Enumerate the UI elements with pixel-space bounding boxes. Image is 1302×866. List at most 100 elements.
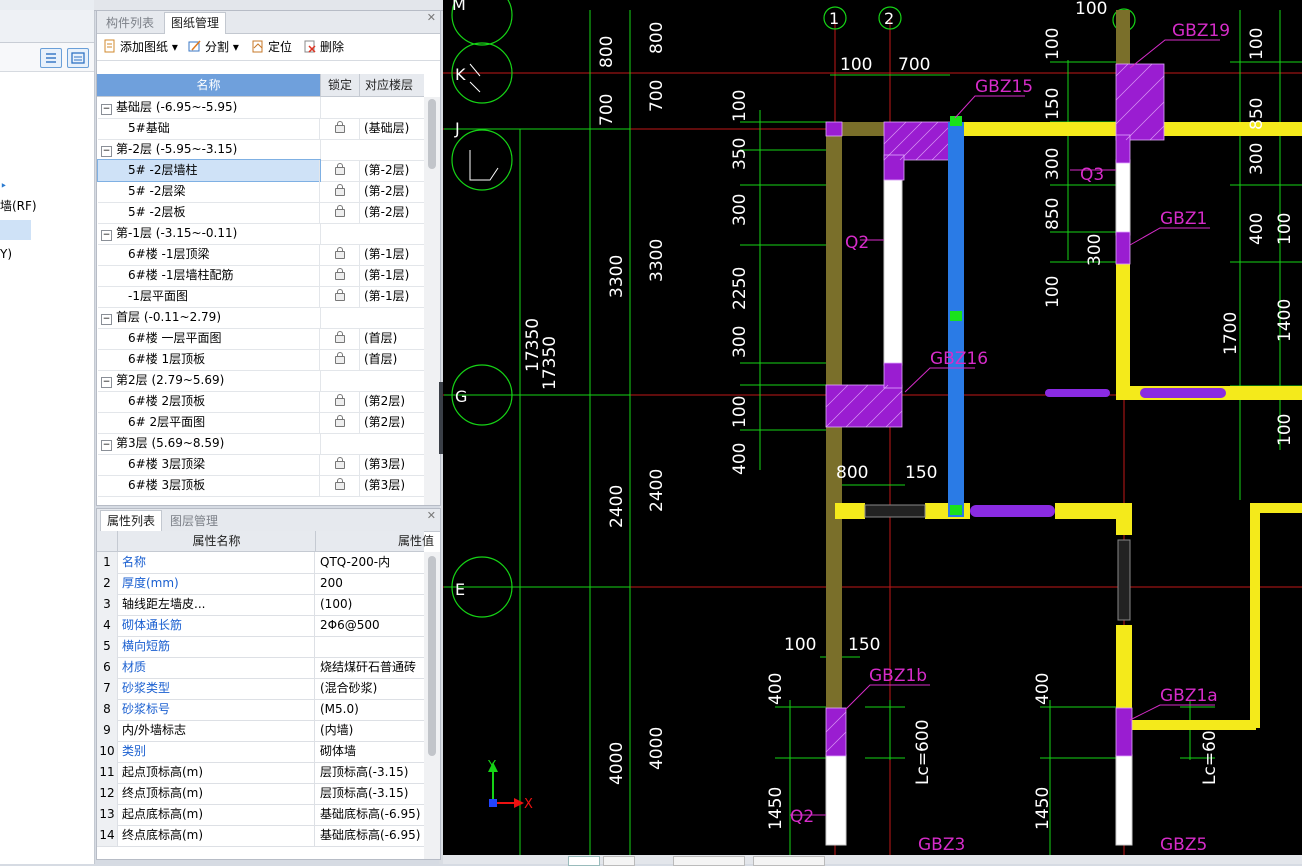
property-row[interactable]: 11 起点顶标高(m) 层顶标高(-3.15) (97, 762, 424, 784)
lock-icon[interactable] (335, 352, 345, 364)
split-button[interactable]: 分割 ▾ (188, 38, 239, 56)
tab-layer-management[interactable]: 图层管理 (164, 511, 224, 531)
property-row[interactable]: 6 材质 烧结煤矸石普通砖 (97, 657, 424, 679)
drawing-row[interactable]: 6#楼 3层顶梁 (第3层) (98, 454, 424, 476)
property-row[interactable]: 7 砂浆类型 (混合砂浆) (97, 678, 424, 700)
tree-item-y[interactable]: Y) (0, 246, 12, 262)
tab-component-list[interactable]: 构件列表 (100, 13, 160, 33)
drawing-name-cell[interactable]: 5#基础 (98, 118, 320, 139)
lock-cell[interactable] (321, 118, 360, 139)
drawing-name-cell[interactable]: 5# -2层板 (98, 202, 320, 223)
floor-cell[interactable]: (第3层) (360, 454, 422, 475)
lock-icon[interactable] (335, 331, 345, 343)
drawing-row[interactable]: 6#楼 2层顶板 (第2层) (98, 391, 424, 413)
tree-item-selected[interactable] (0, 220, 31, 240)
floor-group-row[interactable]: − 第3层 (5.69~8.59) (98, 433, 424, 455)
drawing-name-cell[interactable]: 6#楼 一层平面图 (98, 328, 320, 349)
lock-icon[interactable] (335, 478, 345, 490)
properties-scroll-thumb[interactable] (428, 556, 436, 756)
collapse-icon[interactable]: − (101, 104, 112, 115)
collapse-icon[interactable]: − (101, 230, 112, 241)
floor-cell[interactable]: (第2层) (360, 412, 422, 433)
property-row[interactable]: 2 厚度(mm) 200 (97, 573, 424, 595)
lock-icon[interactable] (335, 289, 345, 301)
add-drawing-button[interactable]: 添加图纸 ▾ (103, 38, 178, 56)
properties-scrollbar[interactable] (424, 552, 440, 859)
drawing-row[interactable]: 6#楼 一层平面图 (首层) (98, 328, 424, 350)
drawing-row[interactable]: 6#楼 3层顶板 (第3层) (98, 475, 424, 497)
collapse-icon[interactable]: − (101, 440, 112, 451)
column-lock[interactable]: 锁定 (321, 74, 360, 96)
property-row[interactable]: 3 轴线距左墙皮... (100) (97, 594, 424, 616)
lock-icon[interactable] (335, 394, 345, 406)
lock-cell[interactable] (321, 349, 360, 370)
list-view-button[interactable] (40, 48, 62, 68)
lock-icon[interactable] (335, 184, 345, 196)
floor-cell[interactable]: (基础层) (360, 118, 422, 139)
property-row[interactable]: 4 砌体通长筋 2Φ6@500 (97, 615, 424, 637)
floor-group-row[interactable]: − 第2层 (2.79~5.69) (98, 370, 424, 392)
lock-icon[interactable] (335, 415, 345, 427)
property-row[interactable]: 12 终点顶标高(m) 层顶标高(-3.15) (97, 783, 424, 805)
floor-cell[interactable]: (第2层) (360, 391, 422, 412)
lock-cell[interactable] (321, 328, 360, 349)
column-floor[interactable]: 对应楼层 (360, 74, 418, 96)
drawing-name-cell[interactable]: − 第-2层 (-5.95~-3.15) (98, 139, 321, 160)
floor-group-row[interactable]: − 首层 (-0.11~2.79) (98, 307, 424, 329)
drawing-row[interactable]: 6#楼 -1层顶梁 (第-1层) (98, 244, 424, 266)
collapse-icon[interactable]: − (101, 314, 112, 325)
floor-cell[interactable]: (第-2层) (360, 202, 422, 223)
property-row[interactable]: 9 内/外墙标志 (内墙) (97, 720, 424, 742)
property-row[interactable]: 8 砂浆标号 (M5.0) (97, 699, 424, 721)
collapse-icon[interactable]: − (101, 377, 112, 388)
drawings-scrollbar[interactable] (424, 97, 440, 505)
floor-cell[interactable]: (第-2层) (360, 160, 422, 181)
drawing-name-cell[interactable]: − 第3层 (5.69~8.59) (98, 433, 321, 454)
drawing-row[interactable]: -1层平面图 (第-1层) (98, 286, 424, 308)
drawing-name-cell[interactable]: − 第-1层 (-3.15~-0.11) (98, 223, 321, 244)
drawing-name-cell[interactable]: − 首层 (-0.11~2.79) (98, 307, 321, 328)
floor-cell[interactable]: (第3层) (360, 475, 422, 496)
lock-icon[interactable] (335, 121, 345, 133)
property-row[interactable]: 14 终点底标高(m) 基础底标高(-6.95) (97, 825, 424, 847)
lock-cell[interactable] (321, 265, 360, 286)
status-tool-button[interactable] (673, 856, 745, 866)
drawing-row[interactable]: 5#基础 (基础层) (98, 118, 424, 140)
floor-cell[interactable]: (第-2层) (360, 181, 422, 202)
floor-cell[interactable]: (首层) (360, 328, 422, 349)
drawing-name-cell[interactable]: 6#楼 2层顶板 (98, 391, 320, 412)
floor-group-row[interactable]: − 第-2层 (-5.95~-3.15) (98, 139, 424, 161)
delete-button[interactable]: 删除 (303, 38, 344, 56)
column-name[interactable]: 名称 (97, 74, 321, 96)
drawing-row[interactable]: 6#楼 1层顶板 (首层) (98, 349, 424, 371)
floor-cell[interactable]: (第-1层) (360, 244, 422, 265)
drawing-name-cell[interactable]: -1层平面图 (98, 286, 320, 307)
lock-cell[interactable] (321, 286, 360, 307)
drawing-name-cell[interactable]: 6#楼 1层顶板 (98, 349, 320, 370)
floor-cell[interactable]: (首层) (360, 349, 422, 370)
drawing-row[interactable]: 5# -2层梁 (第-2层) (98, 181, 424, 203)
locate-button[interactable]: 定位 (251, 38, 292, 56)
lock-cell[interactable] (321, 244, 360, 265)
floor-cell[interactable]: (第-1层) (360, 265, 422, 286)
lock-cell[interactable] (321, 391, 360, 412)
lock-cell[interactable] (321, 454, 360, 475)
drawing-name-cell[interactable]: 6#楼 3层顶板 (98, 475, 320, 496)
lock-icon[interactable] (335, 268, 345, 280)
tab-drawing-management[interactable]: 图纸管理 (164, 12, 227, 34)
drawing-name-cell[interactable]: 6# 2层平面图 (98, 412, 320, 433)
close-icon[interactable]: ✕ (427, 11, 436, 24)
tab-property-list[interactable]: 属性列表 (100, 510, 163, 532)
lock-icon[interactable] (335, 247, 345, 259)
lock-cell[interactable] (321, 160, 360, 181)
collapse-icon[interactable]: − (101, 146, 112, 157)
drawing-name-cell[interactable]: 5# -2层梁 (98, 181, 320, 202)
lock-icon[interactable] (335, 163, 345, 175)
drawing-name-cell[interactable]: 5# -2层墙柱 (97, 159, 321, 182)
property-row[interactable]: 13 起点底标高(m) 基础底标高(-6.95) (97, 804, 424, 826)
property-row[interactable]: 5 横向短筋 (97, 636, 424, 658)
lock-cell[interactable] (321, 202, 360, 223)
status-tool-button[interactable] (753, 856, 825, 866)
close-icon[interactable]: ✕ (427, 509, 436, 522)
drawing-name-cell[interactable]: 6#楼 -1层墙柱配筋 (98, 265, 320, 286)
